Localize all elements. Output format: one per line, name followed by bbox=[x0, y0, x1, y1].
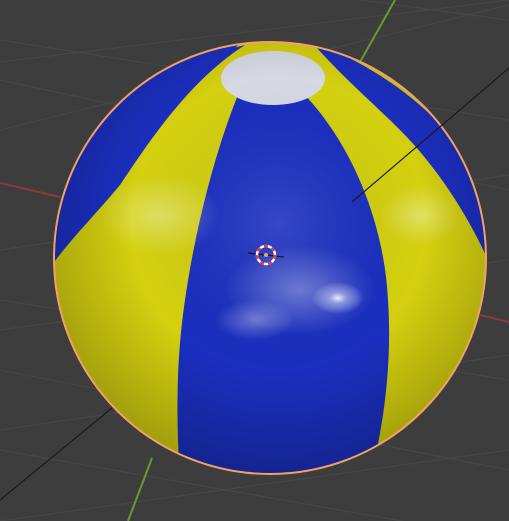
x-axis-line-right bbox=[479, 314, 509, 323]
y-axis-line-bottom bbox=[127, 457, 153, 521]
x-axis-line bbox=[0, 182, 61, 198]
y-axis-line bbox=[359, 0, 396, 63]
beach-ball-object[interactable] bbox=[40, 30, 500, 490]
viewport-canvas[interactable] bbox=[0, 0, 509, 521]
3d-viewport[interactable] bbox=[0, 0, 509, 521]
